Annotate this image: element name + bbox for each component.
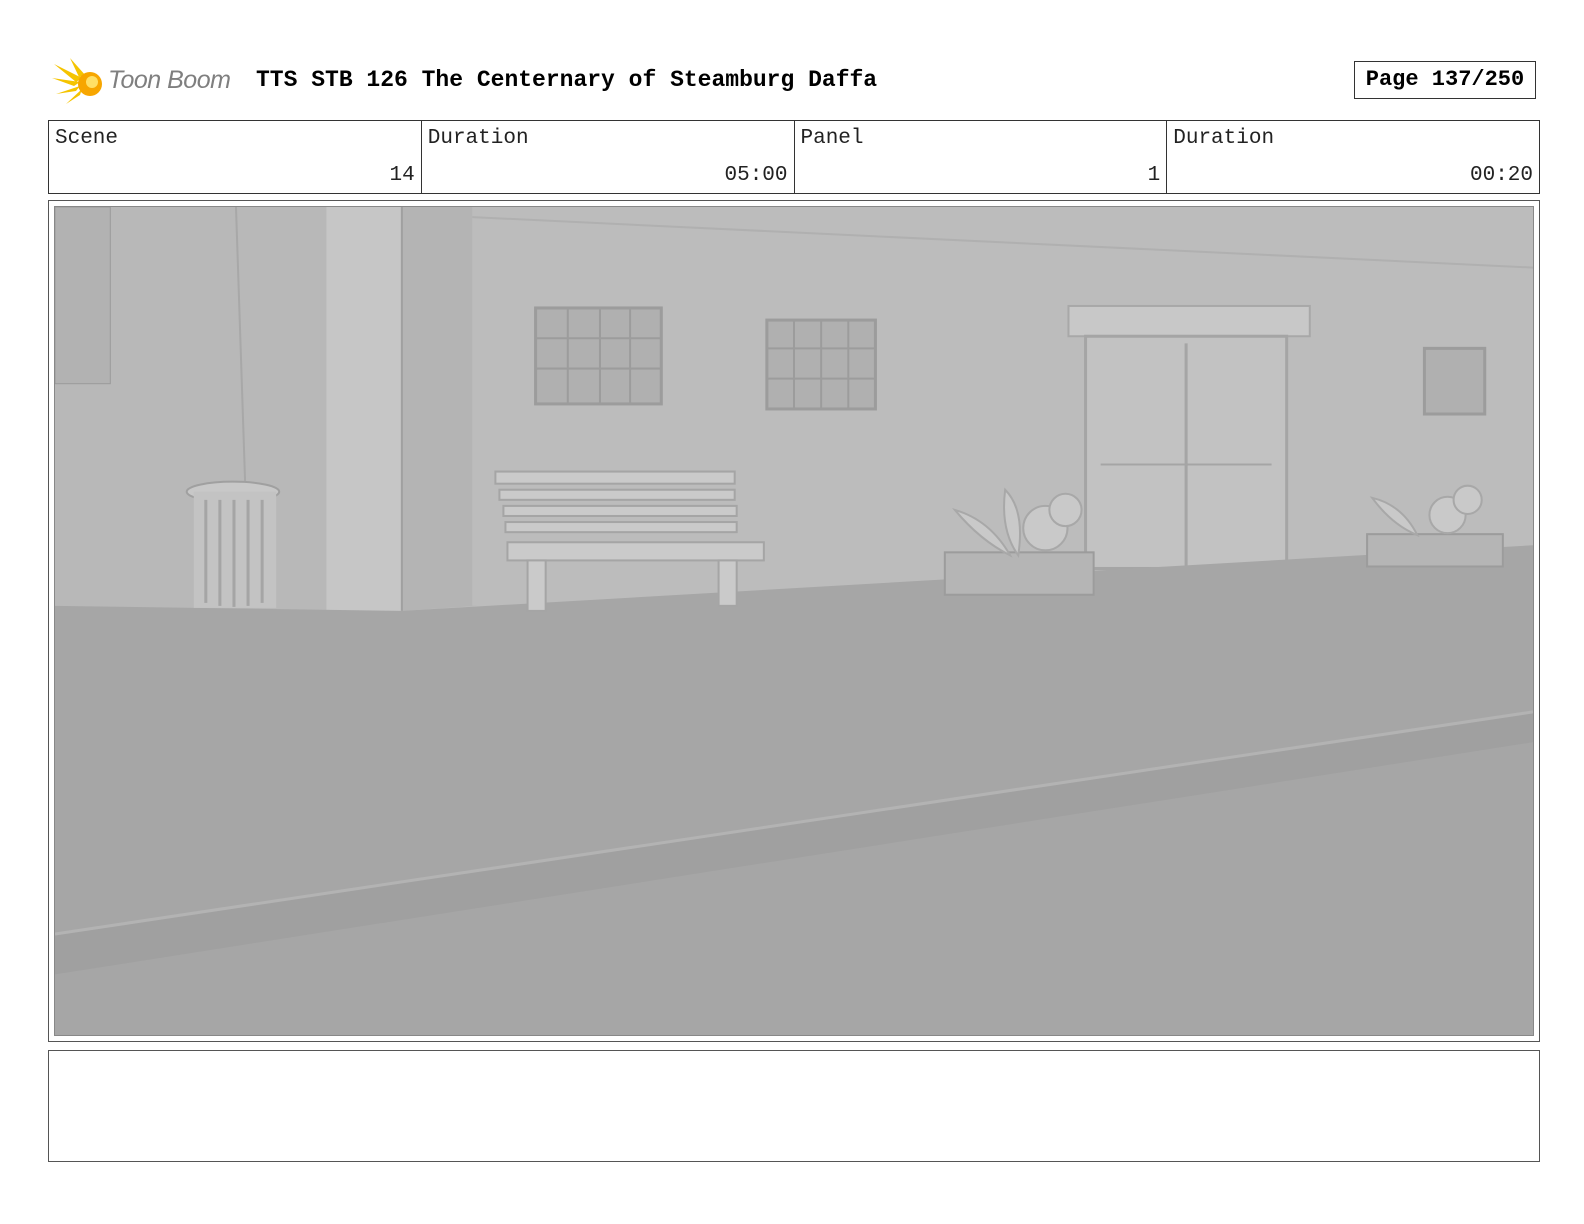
scene-duration-label: Duration [427, 127, 529, 150]
panel-duration-value: 00:20 [1469, 164, 1533, 187]
page-header: Toon Boom TTS STB 126 The Centernary of … [48, 52, 1540, 110]
panel-notes-box [48, 1050, 1540, 1162]
panel-info-table: Scene 14 Duration 05:00 Panel 1 Duration… [48, 120, 1540, 194]
panel-cell: Panel 1 [795, 121, 1168, 193]
scene-value: 14 [389, 164, 415, 187]
scene-duration-cell: Duration 05:00 [422, 121, 795, 193]
panel-value: 1 [1147, 164, 1161, 187]
scene-cell: Scene 14 [49, 121, 422, 193]
street-scene-illustration [55, 207, 1533, 1035]
storyboard-panel-frame [48, 200, 1540, 1042]
panel-duration-cell: Duration 00:20 [1167, 121, 1539, 193]
scene-label: Scene [55, 127, 119, 150]
page-number: Page 137/250 [1354, 61, 1536, 99]
storyboard-title: TTS STB 126 The Centernary of Steamburg … [256, 67, 878, 93]
storyboard-panel-image [54, 206, 1534, 1036]
scene-duration-value: 05:00 [724, 164, 788, 187]
logo-burst-icon [52, 58, 102, 104]
panel-label: Panel [800, 127, 864, 150]
toon-boom-logo: Toon Boom [52, 56, 252, 106]
logo-text: Toon Boom [108, 66, 231, 94]
panel-duration-label: Duration [1173, 127, 1275, 150]
